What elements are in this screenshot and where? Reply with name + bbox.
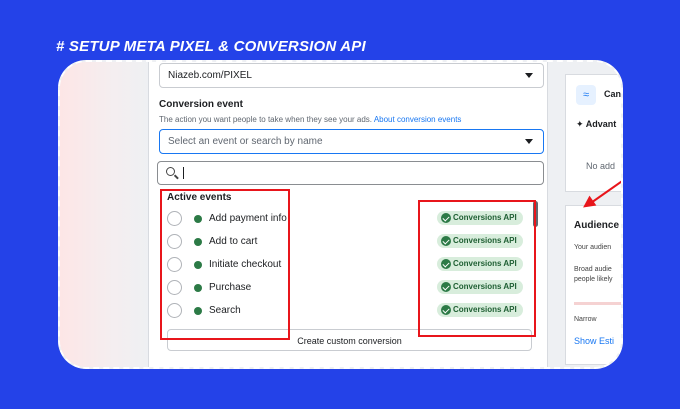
show-estimate-link[interactable]: Show Esti	[574, 336, 614, 346]
about-conversion-events-link[interactable]: About conversion events	[374, 115, 462, 124]
broad-line-2: people likely	[574, 276, 613, 283]
audience-title: Audience	[574, 220, 620, 231]
screenshot-frame: Niazeb.com/PIXEL Conversion event The ac…	[58, 60, 623, 369]
campaign-icon: ≈	[576, 85, 596, 105]
audience-gauge	[574, 302, 621, 305]
event-search-input[interactable]	[157, 161, 544, 185]
campaign-label: Can	[604, 89, 622, 99]
highlight-box-events	[160, 189, 290, 340]
event-select[interactable]: Select an event or search by name	[159, 129, 544, 154]
event-select-placeholder: Select an event or search by name	[168, 136, 323, 147]
search-icon	[166, 167, 175, 176]
headline: # SETUP META PIXEL & CONVERSION API	[56, 38, 366, 55]
conversion-event-label: Conversion event	[159, 99, 243, 110]
left-fade	[60, 62, 150, 367]
audience-line: Your audien	[574, 244, 612, 251]
advantage-label: ✦ Advant	[576, 119, 617, 129]
chevron-down-icon	[525, 73, 533, 78]
text-cursor	[183, 167, 184, 179]
campaign-card: ≈ Can ✦ Advant No add	[565, 74, 622, 192]
highlight-box-badges	[418, 200, 536, 337]
conversion-event-description: The action you want people to take when …	[159, 115, 462, 124]
pixel-select[interactable]: Niazeb.com/PIXEL	[159, 63, 544, 88]
broad-line-1: Broad audie	[574, 266, 612, 273]
narrow-label: Narrow	[574, 316, 597, 323]
no-add-text: No add	[586, 161, 616, 171]
audience-card: Audience Your audien Broad audie people …	[565, 205, 621, 365]
chevron-down-icon	[525, 139, 533, 144]
pixel-select-value: Niazeb.com/PIXEL	[168, 70, 252, 81]
